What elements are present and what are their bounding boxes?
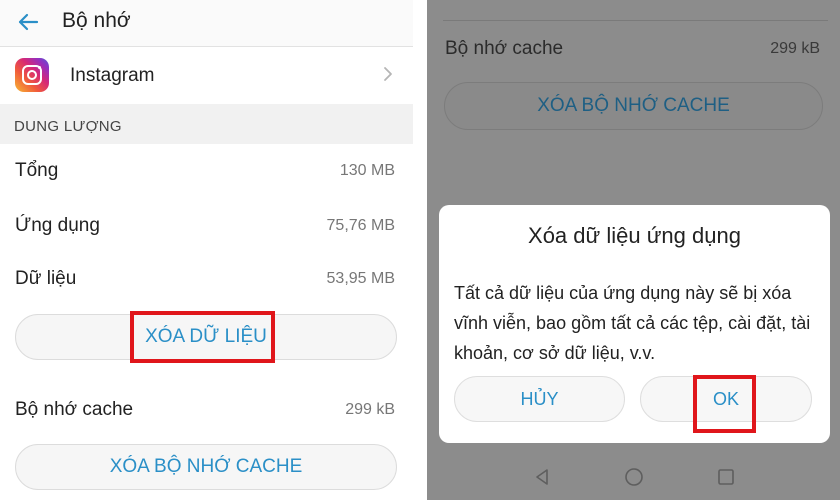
dimmed-screen: Bộ nhớ cache 299 kB XÓA BỘ NHỚ CACHE Xóa… bbox=[427, 0, 840, 500]
total-label: Tổng bbox=[15, 160, 59, 181]
highlight-box-ok bbox=[693, 375, 756, 433]
clear-data-dialog: Xóa dữ liệu ứng dụng Tất cả dữ liệu của … bbox=[439, 205, 830, 443]
dialog-title: Xóa dữ liệu ứng dụng bbox=[528, 223, 741, 248]
instagram-icon bbox=[15, 58, 49, 92]
data-size-label: Dữ liệu bbox=[15, 268, 77, 289]
app-name: Instagram bbox=[70, 65, 155, 86]
nav-recent-square-icon[interactable] bbox=[715, 466, 737, 488]
highlight-box-clear-data bbox=[130, 311, 275, 363]
cache-value-dimmed: 299 kB bbox=[770, 40, 820, 57]
app-row-instagram[interactable]: Instagram bbox=[0, 48, 413, 102]
header-divider bbox=[0, 46, 413, 47]
cancel-button[interactable]: HỦY bbox=[454, 376, 625, 422]
app-size-value: 75,76 MB bbox=[326, 217, 395, 234]
clear-cache-button-dimmed: XÓA BỘ NHỚ CACHE bbox=[444, 82, 823, 130]
clear-cache-label: XÓA BỘ NHỚ CACHE bbox=[109, 456, 303, 477]
data-size-value: 53,95 MB bbox=[326, 270, 395, 287]
clear-cache-label-dimmed: XÓA BỘ NHỚ CACHE bbox=[537, 95, 730, 116]
dialog-message: Tất cả dữ liệu của ứng dụng này sẽ bị xó… bbox=[454, 283, 811, 363]
cache-label-dimmed: Bộ nhớ cache bbox=[445, 38, 564, 59]
cache-label: Bộ nhớ cache bbox=[15, 399, 134, 420]
section-header: DUNG LƯỢNG bbox=[0, 104, 413, 144]
navigation-bar bbox=[427, 452, 840, 500]
list-divider bbox=[443, 20, 828, 21]
cache-value: 299 kB bbox=[345, 401, 395, 418]
total-value: 130 MB bbox=[339, 162, 395, 179]
nav-home-circle-icon[interactable] bbox=[623, 466, 645, 488]
page-title: Bộ nhớ bbox=[62, 9, 131, 32]
chevron-right-icon bbox=[384, 67, 392, 81]
app-size-label: Ứng dụng bbox=[15, 215, 100, 236]
panel-divider bbox=[413, 0, 427, 500]
nav-back-triangle-icon[interactable] bbox=[531, 466, 553, 488]
cancel-label: HỦY bbox=[520, 388, 559, 409]
storage-screen: Bộ nhớ Instagram DUNG LƯỢNG Tổng 130 MB … bbox=[0, 0, 413, 500]
arrow-left-icon[interactable] bbox=[14, 8, 42, 36]
clear-cache-button[interactable]: XÓA BỘ NHỚ CACHE bbox=[15, 444, 397, 490]
top-app-bar: Bộ nhớ bbox=[0, 0, 413, 46]
section-title: DUNG LƯỢNG bbox=[14, 118, 122, 135]
